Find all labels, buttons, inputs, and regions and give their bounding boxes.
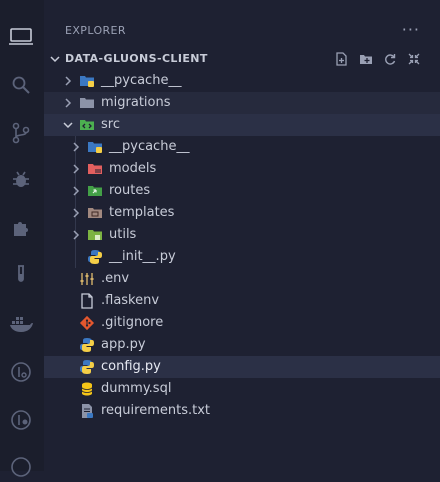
search-icon[interactable] <box>6 70 36 100</box>
docker-icon[interactable] <box>6 309 36 339</box>
python-requirements-icon <box>82 404 93 418</box>
chevron-right-icon <box>73 164 80 174</box>
extensions-icon[interactable] <box>6 213 36 243</box>
chevron-right-icon <box>65 76 72 86</box>
tree-item-label: src <box>101 117 120 132</box>
tree-item-pycache-root[interactable]: __pycache__ <box>44 70 440 92</box>
debug-icon[interactable] <box>6 165 36 195</box>
testing-icon[interactable] <box>6 261 36 291</box>
tree-item-label: routes <box>109 183 151 198</box>
timeline-icon[interactable] <box>6 357 36 387</box>
python-file-icon <box>80 360 94 374</box>
explorer-sidebar: EXPLORER ··· DATA-GLUONS-CLIENT __pycach… <box>44 0 440 471</box>
explorer-title: EXPLORER <box>65 24 126 37</box>
chevron-down-icon <box>63 122 73 129</box>
git-history-icon[interactable] <box>6 405 36 435</box>
tree-item-templates[interactable]: templates <box>44 202 440 224</box>
tree-item-label: .env <box>101 271 130 286</box>
new-folder-icon[interactable] <box>358 51 374 67</box>
folder-templates-icon <box>88 208 102 218</box>
database-icon <box>81 382 93 396</box>
tree-item-gitignore[interactable]: .gitignore <box>44 312 440 334</box>
collapse-all-icon[interactable] <box>406 51 422 67</box>
folder-routes-icon <box>88 186 102 196</box>
python-file-icon <box>80 338 94 352</box>
remote-icon[interactable] <box>6 452 36 482</box>
activity-bar <box>0 0 44 477</box>
chevron-right-icon <box>73 208 80 218</box>
file-icon <box>81 293 93 309</box>
folder-icon <box>80 98 94 108</box>
tree-item-label: requirements.txt <box>101 403 211 418</box>
tree-item-label: utils <box>109 227 137 242</box>
section-actions <box>334 51 422 67</box>
tree-item-label: templates <box>109 205 175 220</box>
tree-item-label: dummy.sql <box>101 381 172 396</box>
source-control-icon[interactable] <box>6 118 36 148</box>
tree-item-label: app.py <box>101 337 146 352</box>
tree-item-migrations[interactable]: migrations <box>44 92 440 114</box>
settings-file-icon <box>80 273 94 285</box>
project-section-header[interactable]: DATA-GLUONS-CLIENT <box>44 48 440 70</box>
tree-item-label: config.py <box>101 359 161 374</box>
tree-item-requirements-txt[interactable]: requirements.txt <box>44 400 440 422</box>
folder-python-icon <box>80 76 94 87</box>
tree-item-label: .flaskenv <box>101 293 160 308</box>
tree-item-label: __pycache__ <box>101 73 182 88</box>
chevron-right-icon <box>73 186 80 196</box>
tree-item-label: .gitignore <box>101 315 164 330</box>
tree-item-routes[interactable]: routes <box>44 180 440 202</box>
tree-item-dummy-sql[interactable]: dummy.sql <box>44 378 440 400</box>
tree-item-utils[interactable]: utils <box>44 224 440 246</box>
tree-item-label: models <box>109 161 157 176</box>
git-icon <box>79 315 95 331</box>
folder-src-icon <box>80 120 94 130</box>
folder-models-icon <box>88 164 102 174</box>
tree-item-label: __init__.py <box>109 249 176 264</box>
chevron-right-icon <box>65 98 72 108</box>
python-file-icon <box>88 250 102 264</box>
tree-item-src[interactable]: src <box>44 114 440 136</box>
tree-item-init-py[interactable]: __init__.py <box>44 246 440 268</box>
refresh-icon[interactable] <box>382 51 398 67</box>
new-file-icon[interactable] <box>334 51 350 67</box>
tree-item-flaskenv[interactable]: .flaskenv <box>44 290 440 312</box>
tree-item-src-pycache[interactable]: __pycache__ <box>44 136 440 158</box>
more-actions-button[interactable]: ··· <box>402 20 420 39</box>
chevron-right-icon <box>73 230 80 240</box>
tree-item-label: __pycache__ <box>109 139 190 154</box>
folder-python-icon <box>88 142 102 153</box>
tree-item-label: migrations <box>101 95 171 110</box>
folder-utils-icon <box>88 230 102 240</box>
tree-item-models[interactable]: models <box>44 158 440 180</box>
chevron-down-icon <box>50 56 60 63</box>
tree-item-config-py[interactable]: config.py <box>44 356 440 378</box>
project-name: DATA-GLUONS-CLIENT <box>65 52 208 65</box>
chevron-right-icon <box>73 142 80 152</box>
tree-item-app-py[interactable]: app.py <box>44 334 440 356</box>
tree-item-env[interactable]: .env <box>44 268 440 290</box>
explorer-icon[interactable] <box>6 22 36 52</box>
